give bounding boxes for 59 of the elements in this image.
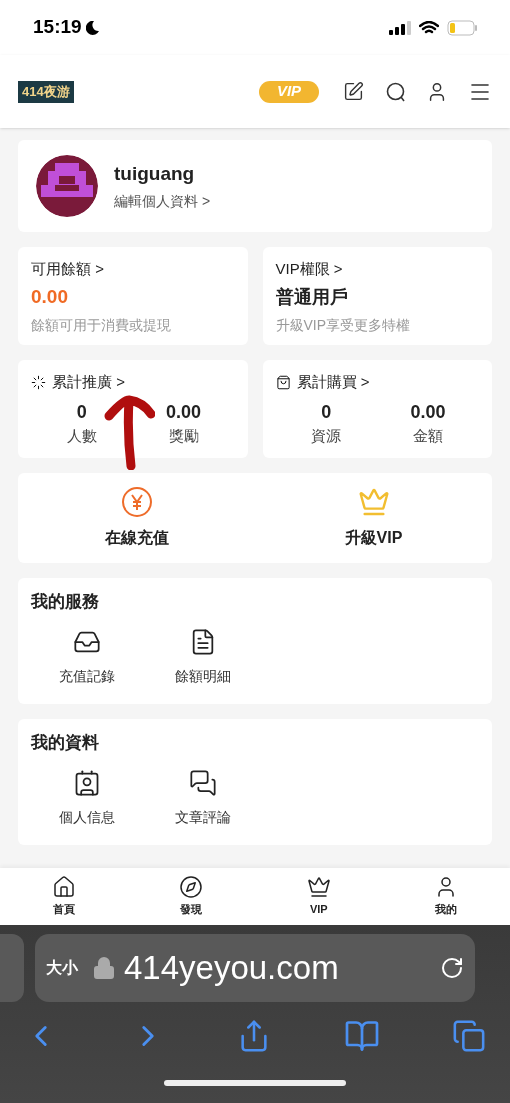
yen-coin-icon <box>120 486 153 518</box>
battery-icon <box>447 19 477 36</box>
stat-card[interactable]: 累計推廣 > 0 人數 0.00 獎勵 <box>18 360 248 458</box>
card-title: 累計購買 > <box>296 372 370 392</box>
action-button[interactable]: 在線充值 <box>18 473 255 563</box>
reload-icon[interactable] <box>440 956 464 980</box>
compass-icon <box>179 875 204 900</box>
address-bar[interactable]: 大小 414yeyou.com <box>35 934 475 1002</box>
stat-value: 0.00 <box>166 401 202 424</box>
crown-icon <box>357 486 390 518</box>
stat-label: 金額 <box>413 426 444 446</box>
card-title: 累計推廣 > <box>52 372 125 392</box>
edit-icon[interactable] <box>343 81 364 102</box>
tabs-icon[interactable] <box>452 1019 486 1053</box>
stat-card[interactable]: 可用餘額 > 0.00 餘額可用于消費或提現 <box>18 247 248 345</box>
card-note: 餘額可用于消費或提現 <box>31 316 172 335</box>
avatar <box>36 155 98 217</box>
service-item[interactable]: 餘額明細 <box>167 628 239 687</box>
bag-icon <box>275 374 291 390</box>
service-item[interactable]: 個人信息 <box>51 769 123 828</box>
url: 414yeyou.com <box>124 948 340 989</box>
home-icon <box>51 875 76 900</box>
id-card-icon <box>73 769 101 797</box>
tab-item[interactable]: 首頁 <box>0 868 128 925</box>
action-button[interactable]: 升級VIP <box>255 473 492 563</box>
stat-card[interactable]: 累計購買 > 0 資源 0.00 金額 <box>262 360 492 458</box>
tab-item[interactable]: 發現 <box>127 868 255 925</box>
service-item[interactable]: 文章評論 <box>167 769 239 828</box>
edit-profile-link[interactable]: 編輯個人資料 > <box>114 190 211 212</box>
card-note: 升級VIP享受更多特權 <box>275 316 412 335</box>
stat-card[interactable]: VIP權限 > 普通用戶 升級VIP享受更多特權 <box>262 247 492 345</box>
signal-icon <box>389 20 411 35</box>
username: tuiguang <box>114 162 196 187</box>
section-title: 我的資料 <box>31 732 100 754</box>
stat-value: 0 <box>76 401 87 424</box>
search-icon[interactable] <box>386 81 406 102</box>
stat-value: 0.00 <box>410 401 446 424</box>
stat-label: 人數 <box>66 426 97 446</box>
tab-item[interactable]: 我的 <box>382 868 510 925</box>
stat-label: 獎勵 <box>168 426 199 446</box>
wifi-icon <box>419 20 439 35</box>
logo[interactable]: 414夜游 <box>18 80 74 103</box>
text-size-button[interactable]: 大小 <box>46 956 78 980</box>
tab-item[interactable]: VIP <box>255 868 383 925</box>
card-title: VIP權限 > <box>275 259 344 279</box>
clock: 15:19 <box>33 15 82 40</box>
chat-bubbles-icon <box>189 769 217 797</box>
card-value: 0.00 <box>31 285 69 309</box>
bookmarks-icon[interactable] <box>343 1018 380 1054</box>
stat-label: 資源 <box>311 426 342 446</box>
crown-icon <box>306 875 331 900</box>
section-title: 我的服務 <box>31 591 100 613</box>
service-item[interactable]: 充值記錄 <box>51 628 123 687</box>
card-value: 普通用戶 <box>275 286 349 309</box>
loading-icon <box>31 374 46 390</box>
moon-icon <box>85 20 99 35</box>
lock-icon <box>92 956 116 980</box>
card-title: 可用餘額 > <box>31 259 105 279</box>
stat-value: 0 <box>321 401 332 424</box>
